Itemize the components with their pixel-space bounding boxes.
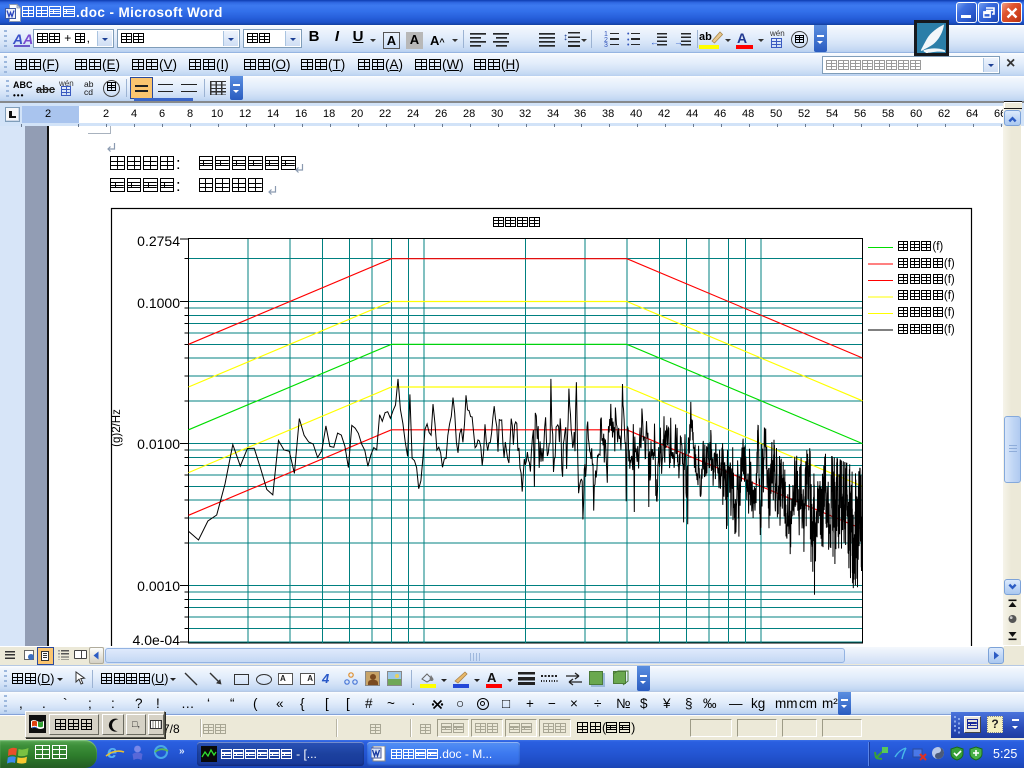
svg-text:0.0100: 0.0100 xyxy=(137,436,180,452)
svg-text:0.2754: 0.2754 xyxy=(137,233,180,249)
svg-text:0.1000: 0.1000 xyxy=(137,295,180,311)
svg-text:(g)2/Hz: (g)2/Hz xyxy=(111,409,123,447)
svg-text:0.0010: 0.0010 xyxy=(137,578,180,594)
